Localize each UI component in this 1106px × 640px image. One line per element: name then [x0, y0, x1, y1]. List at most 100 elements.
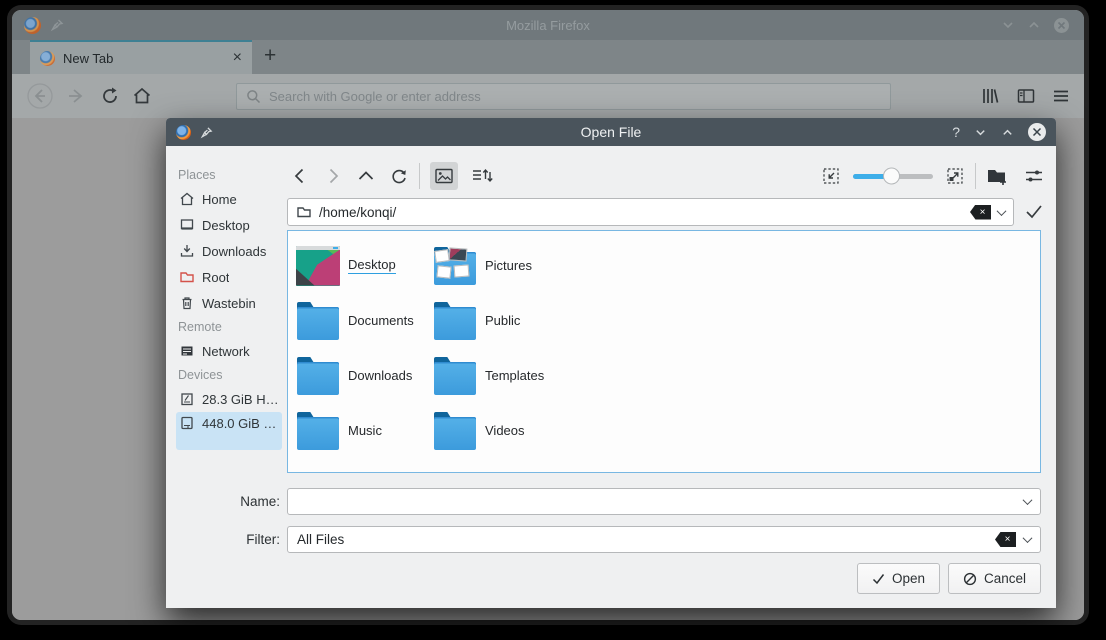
home-icon [179, 191, 195, 207]
folder-icon [296, 299, 340, 343]
desktop-preview-icon [296, 245, 340, 286]
search-icon [247, 89, 261, 103]
reload-icon[interactable] [389, 166, 409, 186]
maximize-icon[interactable] [1027, 18, 1041, 32]
file-item-templates[interactable]: Templates [433, 348, 570, 403]
open-button[interactable]: Open [856, 563, 940, 594]
desktop-icon [179, 217, 195, 233]
file-list[interactable]: Desktop Documents Downloads Music Pictur… [287, 230, 1041, 473]
new-tab-button[interactable]: + [264, 44, 276, 68]
tab-close-icon[interactable]: × [233, 50, 242, 66]
folder-icon [433, 354, 477, 398]
trash-icon [179, 295, 195, 311]
new-folder-icon[interactable] [986, 166, 1008, 186]
firefox-tab-icon [40, 50, 55, 66]
sidebar-item-desktop[interactable]: Desktop [176, 212, 282, 238]
firefox-titlebar[interactable]: Mozilla Firefox [12, 10, 1084, 40]
file-item-desktop[interactable]: Desktop [296, 238, 433, 293]
options-icon[interactable] [1024, 166, 1044, 186]
home-icon[interactable] [132, 86, 152, 106]
hamburger-menu-icon[interactable] [1052, 88, 1070, 104]
sidebar-item-drive-1[interactable]: 28.3 GiB H… [176, 386, 282, 412]
preview-toggle-button[interactable] [430, 162, 458, 190]
file-item-public[interactable]: Public [433, 293, 570, 348]
name-label: Name: [240, 494, 280, 509]
sidebar-item-root[interactable]: Root [176, 264, 282, 290]
file-item-pictures[interactable]: Pictures [433, 238, 570, 293]
file-item-videos[interactable]: Videos [433, 403, 570, 458]
hard-drive-icon [179, 391, 195, 407]
minimize-icon[interactable] [1001, 18, 1015, 32]
back-icon[interactable] [26, 82, 54, 110]
slider-fill [853, 173, 887, 179]
remote-header: Remote [178, 320, 222, 334]
cancel-button[interactable]: Cancel [947, 563, 1041, 594]
folder-icon [433, 299, 477, 343]
sidebar-toggle-icon[interactable] [1016, 86, 1036, 106]
help-icon[interactable]: ? [952, 124, 960, 140]
check-icon [872, 573, 885, 584]
slider-handle[interactable] [882, 167, 900, 185]
sidebar-item-drive-2[interactable]: 448.0 GiB … [176, 412, 282, 450]
devices-header: Devices [178, 368, 223, 382]
root-folder-icon [179, 269, 195, 285]
folder-icon [433, 409, 477, 453]
firefox-tabbar: New Tab × + [12, 40, 1084, 74]
nav-back-icon[interactable] [290, 166, 310, 186]
dialog-maximize-icon[interactable] [1001, 126, 1014, 139]
filter-dropdown-icon[interactable] [1022, 533, 1033, 544]
confirm-path-icon[interactable] [1024, 202, 1044, 220]
file-item-documents[interactable]: Documents [296, 293, 433, 348]
download-icon [179, 243, 195, 259]
folder-path-icon [297, 207, 311, 218]
name-dropdown-icon[interactable] [1022, 495, 1033, 506]
sidebar-item-wastebin[interactable]: Wastebin [176, 290, 282, 316]
places-header: Places [178, 168, 216, 182]
network-icon [179, 343, 195, 359]
nav-forward-icon[interactable] [323, 166, 343, 186]
places-panel: Places Home Desktop Downloads Root Waste… [176, 164, 282, 450]
sidebar-item-downloads[interactable]: Downloads [176, 238, 282, 264]
reload-icon[interactable] [100, 86, 120, 106]
clear-filter-icon[interactable]: × [995, 532, 1016, 547]
nav-up-icon[interactable] [356, 166, 376, 186]
firefox-navbar: Search with Google or enter address [12, 74, 1084, 118]
path-value: /home/konqi/ [319, 204, 397, 220]
cancel-icon [963, 572, 977, 585]
firefox-window-title: Mozilla Firefox [506, 17, 590, 33]
zoom-out-icon[interactable] [821, 166, 841, 186]
dialog-toolbar [290, 158, 1044, 194]
location-bar[interactable]: /home/konqi/ × [287, 198, 1014, 226]
tab-label: New Tab [63, 50, 114, 66]
image-preview-icon [435, 168, 453, 184]
sort-options-icon[interactable] [471, 166, 493, 186]
file-item-downloads[interactable]: Downloads [296, 348, 433, 403]
filter-value: All Files [297, 532, 345, 547]
path-dropdown-icon[interactable] [996, 205, 1007, 216]
desktop: Mozilla Firefox New Tab × + Search with [0, 0, 1106, 640]
sidebar-item-home[interactable]: Home [176, 186, 282, 212]
dialog-close-icon[interactable] [1028, 123, 1046, 141]
library-icon[interactable] [980, 86, 1000, 106]
folder-icon [296, 354, 340, 398]
dialog-minimize-icon[interactable] [974, 126, 987, 139]
search-placeholder: Search with Google or enter address [269, 88, 481, 104]
folder-images-icon [433, 244, 477, 288]
filter-input[interactable]: All Files × [287, 526, 1041, 553]
zoom-in-icon[interactable] [945, 166, 965, 186]
name-input[interactable] [287, 488, 1041, 515]
close-icon[interactable] [1053, 17, 1070, 34]
search-input[interactable]: Search with Google or enter address [236, 82, 891, 110]
filter-label: Filter: [246, 532, 280, 547]
sidebar-item-network[interactable]: Network [176, 338, 282, 364]
open-file-dialog: Open File ? Places Home Desktop Download… [166, 118, 1056, 608]
clear-path-icon[interactable]: × [970, 204, 991, 220]
dialog-title: Open File [580, 124, 642, 140]
icon-size-slider[interactable] [853, 167, 933, 185]
dialog-titlebar[interactable]: Open File ? [166, 118, 1056, 146]
folder-icon [296, 409, 340, 453]
hard-drive-icon [179, 415, 195, 431]
file-item-music[interactable]: Music [296, 403, 433, 458]
forward-icon[interactable] [66, 85, 88, 107]
tab-new-tab[interactable]: New Tab × [30, 40, 252, 74]
